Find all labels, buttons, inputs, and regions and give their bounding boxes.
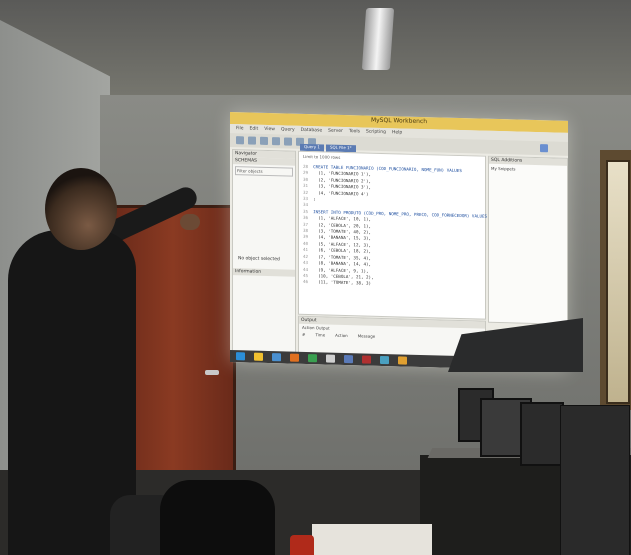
code-area[interactable]: 28 CREATE TABLE FUNCIONARIO (COD_FUNCION… <box>303 164 487 291</box>
navigator-panel: Navigator SCHEMAS Filter objects Informa… <box>232 149 296 353</box>
code-text: (3, 'FUNCIONARIO 3'), <box>313 183 372 190</box>
app-icon-2[interactable] <box>380 355 389 365</box>
code-text: (1, 'ALFACE', 10, 1), <box>313 215 372 222</box>
code-text: (2, 'FUNCIONARIO 2'), <box>313 176 372 184</box>
line-number: 43 <box>303 260 314 266</box>
code-text: (4, 'BANANA', 15, 3), <box>313 234 372 242</box>
media-icon[interactable] <box>290 353 299 362</box>
code-text: (9, 'ALFACE', 9, 1), <box>313 266 369 274</box>
menu-query[interactable]: Query <box>281 127 295 132</box>
papers <box>312 524 432 555</box>
line-number: 39 <box>303 234 314 240</box>
door-handle <box>205 370 219 375</box>
code-text: (5, 'ALFACE', 12, 3), <box>313 241 372 248</box>
start-icon[interactable] <box>236 352 245 361</box>
line-number: 32 <box>303 189 314 195</box>
code-text: (4, 'FUNCIONARIO 4') <box>313 189 369 197</box>
person-head <box>45 168 117 250</box>
line-number: 45 <box>303 272 314 279</box>
code-text: (8, 'BANANA', 14, 4), <box>313 260 372 267</box>
app-icon[interactable] <box>362 355 371 364</box>
code-text: (3, 'TOMATE', 40, 2), <box>313 228 372 235</box>
no-object-selected: No object selected <box>238 256 280 263</box>
information-label: Information <box>233 268 295 277</box>
filter-objects-input[interactable]: Filter objects <box>235 166 293 177</box>
table-icon[interactable] <box>284 137 292 146</box>
sql-additions-panel: SQL Additions My Snippets <box>488 155 568 325</box>
right-window <box>606 160 630 404</box>
line-number: 33 <box>303 195 314 202</box>
line-number: 44 <box>303 266 314 272</box>
output-col-time: Time <box>315 332 326 338</box>
code-text: (11, 'TOMATE', 38, 3) <box>313 279 372 287</box>
settings-icon[interactable] <box>540 144 548 153</box>
menu-server[interactable]: Server <box>328 129 343 134</box>
line-number: 28 <box>303 163 314 170</box>
schema-icon[interactable] <box>272 137 280 146</box>
new-query-icon[interactable] <box>236 136 244 145</box>
ceiling-light <box>361 8 395 70</box>
menu-help[interactable]: Help <box>392 130 402 135</box>
menu-view[interactable]: View <box>264 127 275 132</box>
classroom-photo: MySQL Workbench File Edit View Query Dat… <box>0 0 631 555</box>
explorer-icon[interactable] <box>254 352 263 361</box>
output-col-number: # <box>302 331 306 337</box>
output-col-message: Message <box>357 333 376 339</box>
monitor-3 <box>520 402 564 466</box>
menu-tools[interactable]: Tools <box>349 129 360 134</box>
menu-file[interactable]: File <box>236 126 244 131</box>
line-number: 30 <box>303 176 314 182</box>
open-file-icon[interactable] <box>248 136 256 145</box>
schemas-label: SCHEMAS <box>233 157 295 166</box>
limit-rows-select[interactable]: Limit to 1000 rows <box>303 154 340 160</box>
menu-edit[interactable]: Edit <box>250 127 259 132</box>
workbench-icon[interactable] <box>344 354 353 364</box>
line-number: 42 <box>303 253 314 259</box>
code-text: (2, 'CEBOLA', 20, 1), <box>313 221 372 229</box>
line-number: 46 <box>303 279 314 285</box>
line-number: 37 <box>303 221 314 227</box>
menu-database[interactable]: Database <box>301 128 322 134</box>
sql-editor[interactable]: Limit to 1000 rows 28 CREATE TABLE FUNCI… <box>298 150 487 320</box>
backpack <box>160 480 275 555</box>
chrome-icon[interactable] <box>308 354 317 363</box>
code-text: (6, 'CEBOLA', 18, 2), <box>313 247 372 254</box>
code-text: ; <box>313 196 316 202</box>
save-icon[interactable] <box>260 136 268 145</box>
folder-icon[interactable] <box>326 354 335 363</box>
line-number: 40 <box>303 240 314 247</box>
line-number: 38 <box>303 227 314 234</box>
line-number: 29 <box>303 170 314 176</box>
code-text: (10, 'CEBOLA', 21, 2), <box>313 273 374 280</box>
ie-icon[interactable] <box>272 353 281 362</box>
line-number: 36 <box>303 215 314 221</box>
output-col-action: Action <box>335 332 348 339</box>
line-number: 31 <box>303 183 314 189</box>
app-icon-3[interactable] <box>398 356 407 365</box>
line-number: 35 <box>303 208 314 215</box>
code-text: (7, 'TOMATE', 35, 4), <box>313 253 372 261</box>
menu-scripting[interactable]: Scripting <box>366 130 386 136</box>
red-object <box>290 535 314 555</box>
computer-tower <box>560 405 630 555</box>
line-number: 34 <box>303 202 314 208</box>
code-text: (1, 'FUNCIONARIO 1'), <box>313 170 372 178</box>
snippets-select[interactable]: My Snippets <box>489 164 567 175</box>
person-hand <box>180 214 200 230</box>
line-number: 41 <box>303 247 314 253</box>
